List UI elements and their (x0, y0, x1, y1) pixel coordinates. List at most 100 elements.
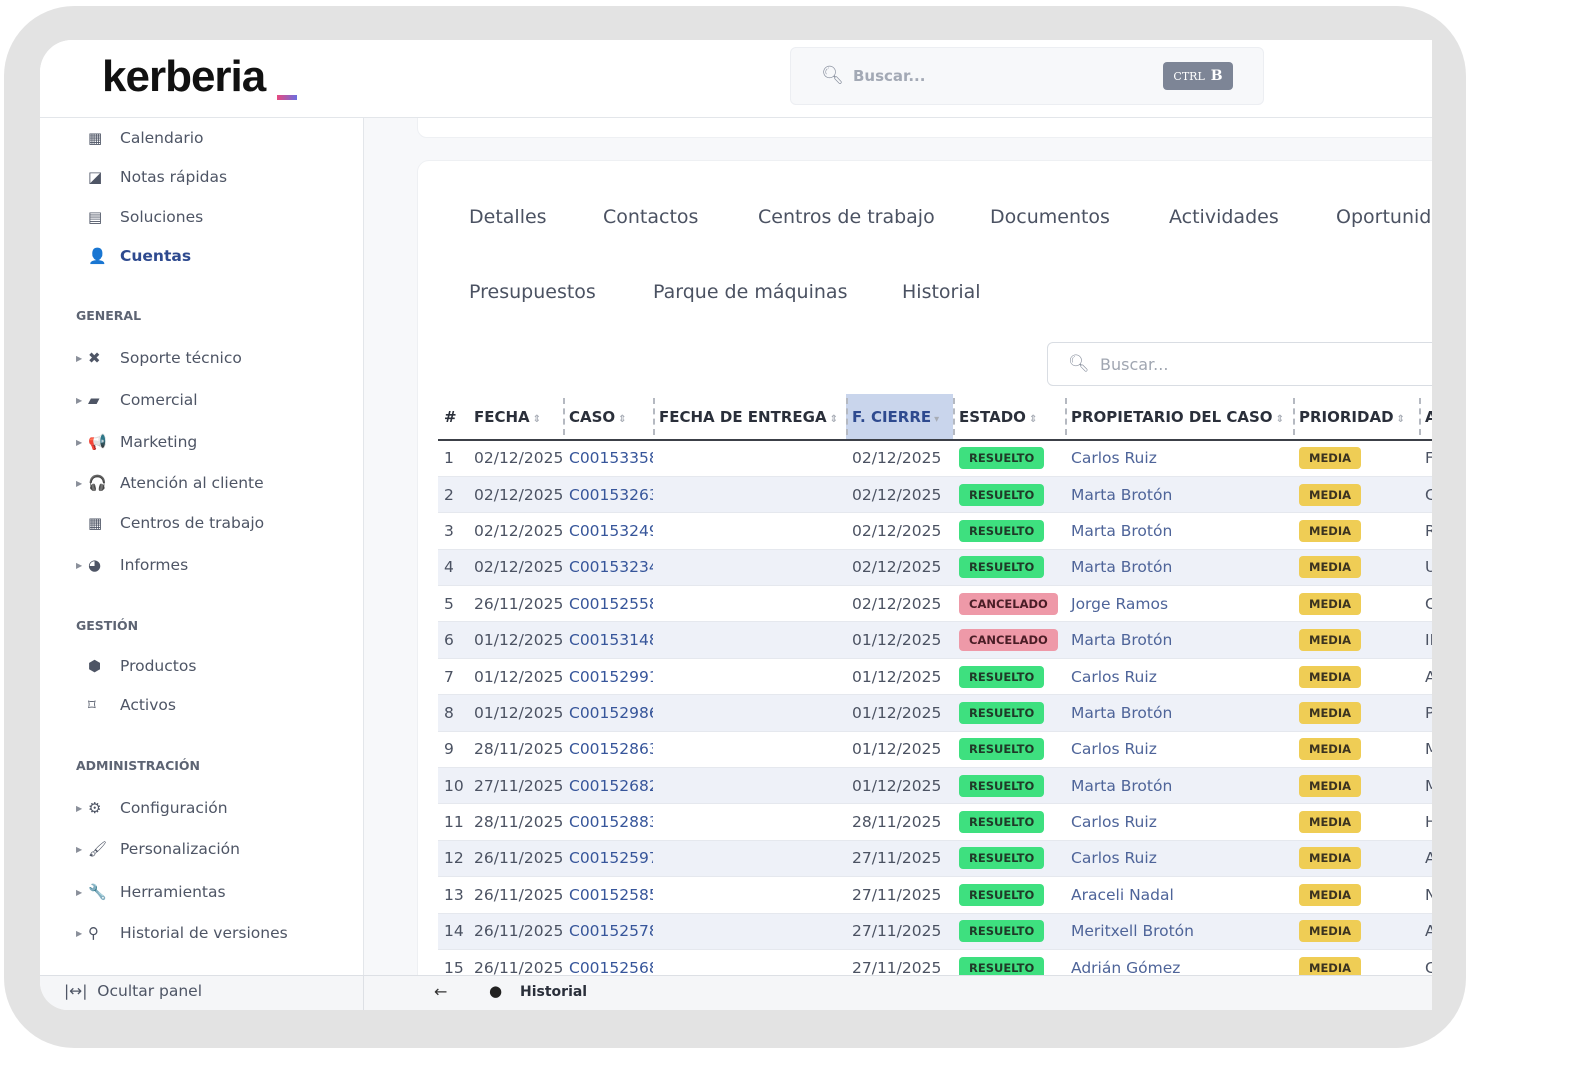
table-row[interactable]: 1 02/12/2025 C00153358 02/12/2025 RESUELTO Ca… (438, 440, 1432, 477)
tab-centros-de-trabajo[interactable]: Centros de trabajo (758, 206, 935, 228)
propietario-cell[interactable]: Marta Brotón (1065, 767, 1293, 805)
caso-link-cell[interactable]: C00152991 (563, 658, 653, 696)
sidebar-item-soporte-técnico[interactable]: ▶ ✖ Soporte técnico (76, 343, 242, 373)
caso-link-cell[interactable]: C00153249 (563, 512, 653, 550)
tab-historial[interactable]: Historial (902, 281, 981, 303)
caret-right-icon[interactable]: ▶ (76, 479, 88, 488)
sidebar-item-soluciones[interactable]: ▤ Soluciones (76, 202, 203, 232)
caso-link-cell[interactable]: C00153234 (563, 549, 653, 587)
tab-oportunidades[interactable]: Oportunidades (1336, 206, 1432, 228)
sidebar-item-marketing[interactable]: ▶ 📢 Marketing (76, 427, 197, 457)
propietario-cell[interactable]: Marta Brotón (1065, 512, 1293, 550)
table-row[interactable]: 14 26/11/2025 C00152578 27/11/2025 RESUELTO M… (438, 913, 1432, 950)
column-header[interactable]: A (1419, 394, 1432, 441)
column-header[interactable]: PRIORIDAD ⇕ (1293, 394, 1419, 441)
caret-right-icon[interactable]: ▶ (76, 438, 88, 447)
tab-presupuestos[interactable]: Presupuestos (469, 281, 596, 303)
table-row[interactable]: 15 26/11/2025 C00152568 27/11/2025 RESUELTO A… (438, 949, 1432, 975)
caso-link-cell[interactable]: C00152597 (563, 840, 653, 878)
sidebar-item-cuentas[interactable]: 👤 Cuentas (76, 241, 191, 271)
sort-icon[interactable]: ⇕ (1029, 414, 1037, 425)
table-row[interactable]: 7 01/12/2025 C00152991 01/12/2025 RESUELTO Ca… (438, 658, 1432, 696)
table-row[interactable]: 12 26/11/2025 C00152597 27/11/2025 RESUELTO C… (438, 840, 1432, 878)
table-row[interactable]: 3 02/12/2025 C00153249 02/12/2025 RESUELTO Ma… (438, 512, 1432, 550)
caret-right-icon[interactable]: ▶ (76, 804, 88, 813)
caret-right-icon[interactable]: ▶ (76, 396, 88, 405)
caso-link-cell[interactable]: C00152682 (563, 767, 653, 805)
propietario-cell[interactable]: Adrián Gómez (1065, 949, 1293, 975)
caso-link-cell[interactable]: C00152986 (563, 694, 653, 732)
propietario-cell[interactable]: Marta Brotón (1065, 621, 1293, 659)
sidebar-item-notas-rápidas[interactable]: ◪ Notas rápidas (76, 162, 227, 192)
caret-right-icon[interactable]: ▶ (76, 561, 88, 570)
table-row[interactable]: 5 26/11/2025 C00152558 02/12/2025 CANCELADO J… (438, 585, 1432, 623)
sidebar-item-informes[interactable]: ▶ ◕ Informes (76, 550, 188, 580)
sort-icon[interactable]: ⇕ (1397, 414, 1405, 425)
sidebar-item-activos[interactable]: ⌑ Activos (76, 690, 176, 720)
caret-right-icon[interactable]: ▶ (76, 929, 88, 938)
propietario-cell[interactable]: Marta Brotón (1065, 549, 1293, 587)
column-header[interactable]: F. CIERRE ▾ (846, 394, 953, 441)
caso-link-cell[interactable]: C00153358 (563, 440, 653, 477)
back-arrow-icon[interactable]: ← (434, 982, 447, 1001)
table-row[interactable]: 9 28/11/2025 C00152863 01/12/2025 RESUELTO Ca… (438, 731, 1432, 769)
column-header[interactable]: FECHA ⇕ (468, 394, 563, 441)
column-header[interactable]: ESTADO ⇕ (953, 394, 1065, 441)
caso-link-cell[interactable]: C00153263 (563, 476, 653, 514)
table-row[interactable]: 13 26/11/2025 C00152585 27/11/2025 RESUELTO A… (438, 876, 1432, 914)
tab-actividades[interactable]: Actividades (1169, 206, 1279, 228)
table-row[interactable]: 8 01/12/2025 C00152986 01/12/2025 RESUELTO Ma… (438, 694, 1432, 732)
sort-icon[interactable]: ⇕ (1276, 414, 1284, 425)
sidebar-item-historial-de-versiones[interactable]: ▶ ⚲ Historial de versiones (76, 918, 288, 948)
caret-right-icon[interactable]: ▶ (76, 845, 88, 854)
tab-parque-de-máquinas[interactable]: Parque de máquinas (653, 281, 847, 303)
caret-right-icon[interactable]: ▶ (76, 888, 88, 897)
tab-detalles[interactable]: Detalles (469, 206, 547, 228)
caret-right-icon[interactable]: ▶ (76, 354, 88, 363)
table-row[interactable]: 6 01/12/2025 C00153148 01/12/2025 CANCELADO M… (438, 621, 1432, 659)
history-button[interactable]: Historial (520, 984, 587, 1000)
caso-link-cell[interactable]: C00152585 (563, 876, 653, 914)
sidebar-item-personalización[interactable]: ▶ 🖌 Personalización (76, 834, 240, 864)
sidebar-item-configuración[interactable]: ▶ ⚙ Configuración (76, 793, 228, 823)
propietario-cell[interactable]: Marta Brotón (1065, 476, 1293, 514)
tab-contactos[interactable]: Contactos (603, 206, 698, 228)
table-row[interactable]: 2 02/12/2025 C00153263 02/12/2025 RESUELTO Ma… (438, 476, 1432, 514)
table-search-input[interactable]: 🔍︎ Buscar... (1047, 342, 1432, 386)
sort-desc-icon[interactable]: ▾ (934, 414, 939, 425)
propietario-cell[interactable]: Carlos Ruiz (1065, 803, 1293, 841)
table-row[interactable]: 10 27/11/2025 C00152682 01/12/2025 RESUELTO M… (438, 767, 1432, 805)
propietario-cell[interactable]: Carlos Ruiz (1065, 840, 1293, 878)
propietario-cell[interactable]: Jorge Ramos (1065, 585, 1293, 623)
caso-link-cell[interactable]: C00152558 (563, 585, 653, 623)
caso-link-cell[interactable]: C00152568 (563, 949, 653, 975)
tab-documentos[interactable]: Documentos (990, 206, 1110, 228)
propietario-cell[interactable]: Araceli Nadal (1065, 876, 1293, 914)
sidebar-item-herramientas[interactable]: ▶ 🔧 Herramientas (76, 877, 226, 907)
column-header[interactable]: CASO ⇕ (563, 394, 653, 441)
table-row[interactable]: 11 28/11/2025 C00152883 28/11/2025 RESUELTO C… (438, 803, 1432, 841)
sort-icon[interactable]: ⇕ (618, 414, 626, 425)
kerberia-logo[interactable]: kerberia (102, 52, 266, 102)
sort-icon[interactable]: ⇕ (533, 414, 541, 425)
sidebar-item-atención-al-cliente[interactable]: ▶ 🎧 Atención al cliente (76, 468, 264, 498)
caso-link-cell[interactable]: C00152863 (563, 731, 653, 769)
column-header[interactable]: FECHA DE ENTREGA ⇕ (653, 394, 846, 441)
global-search-input[interactable]: 🔍︎ Buscar... CTRL B (790, 47, 1264, 105)
column-header[interactable]: # (438, 394, 468, 441)
table-row[interactable]: 4 02/12/2025 C00153234 02/12/2025 RESUELTO Ma… (438, 549, 1432, 587)
propietario-cell[interactable]: Meritxell Brotón (1065, 913, 1293, 950)
propietario-cell[interactable]: Carlos Ruiz (1065, 731, 1293, 769)
sidebar-item-centros-de-trabajo[interactable]: ▦ Centros de trabajo (76, 508, 264, 538)
caso-link-cell[interactable]: C00152578 (563, 913, 653, 950)
sidebar-item-comercial[interactable]: ▶ ▰ Comercial (76, 385, 198, 415)
sort-icon[interactable]: ⇕ (830, 414, 838, 425)
propietario-cell[interactable]: Carlos Ruiz (1065, 658, 1293, 696)
caso-link-cell[interactable]: C00153148 (563, 621, 653, 659)
sidebar-item-productos[interactable]: ⬢ Productos (76, 651, 196, 681)
column-header[interactable]: PROPIETARIO DEL CASO ⇕ (1065, 394, 1293, 441)
caso-link-cell[interactable]: C00152883 (563, 803, 653, 841)
sidebar-item-calendario[interactable]: ▦ Calendario (76, 123, 204, 153)
hide-panel-button[interactable]: |↔| Ocultar panel (64, 982, 202, 1000)
propietario-cell[interactable]: Carlos Ruiz (1065, 440, 1293, 477)
